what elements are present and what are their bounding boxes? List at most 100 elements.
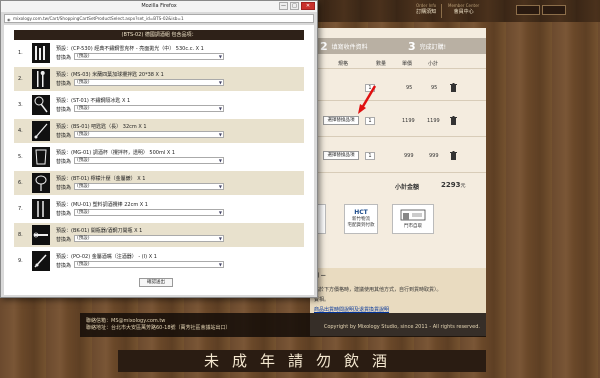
chevron-down-icon: ▼: [218, 80, 222, 85]
replace-label: 替換為: [56, 159, 72, 165]
payment-option-pickup-label: 門市自取: [404, 224, 422, 229]
select-replacement-button[interactable]: 選擇替換品項: [323, 151, 359, 160]
qty-field[interactable]: 1: [365, 117, 375, 125]
product-thumbnail: [32, 95, 50, 115]
replacement-select[interactable]: (預設) ▼: [74, 105, 224, 112]
trash-icon[interactable]: [450, 116, 457, 125]
payment-option-cod[interactable]: HCT 新竹物流 宅配貨到付款: [344, 204, 378, 234]
nav-member-center[interactable]: Member Center 會員中心: [448, 2, 479, 16]
step-3-number: 3: [408, 39, 416, 53]
replace-label: 替換為: [56, 55, 72, 61]
replacement-select-value: (預設): [77, 132, 90, 137]
red-arrow-icon: [358, 85, 377, 114]
item-number: 3.: [18, 102, 23, 108]
row-divider: [310, 100, 486, 101]
replacement-select-value: (預設): [77, 80, 90, 85]
row-divider: [310, 68, 486, 69]
hct-logo-icon: HCT: [354, 209, 368, 216]
replacement-select[interactable]: (預設) ▼: [74, 53, 224, 60]
set-item: 4. 預設：(BS-01) 吧匙匙（長） 32cm X 1 替換為 (預設) ▼: [14, 119, 304, 143]
url-text: mixology.com.tw/Cart/ShoppingCartSetProd…: [13, 16, 184, 21]
footer-copyright: Copyright by Mixology Studio, since 2011…: [323, 324, 480, 330]
row-price: 999: [404, 153, 414, 159]
step-2-number: 2: [320, 39, 328, 53]
nav-member-center-label: 會員中心: [453, 9, 474, 15]
product-thumbnail: [32, 199, 50, 219]
replacement-select[interactable]: (預設) ▼: [74, 209, 224, 216]
minimize-icon[interactable]: —: [279, 2, 288, 10]
product-thumbnail: [32, 147, 50, 167]
item-default-desc: 預設：(BK-01) 開瓶器/酒鋼刀開瓶 X 1: [56, 228, 143, 234]
nav-order-info-sub: Order Info: [416, 3, 437, 8]
replacement-select-value: (預設): [77, 54, 90, 59]
notes-link[interactable]: 商品出貨時間說明及退貨換貨說明: [314, 306, 389, 313]
window-controls: — □ ✕: [279, 2, 315, 10]
product-thumbnail: [32, 69, 50, 89]
chevron-down-icon: ▼: [218, 262, 222, 267]
nav-divider: [441, 4, 442, 18]
payment-option-cod-label: 宅配貨到付款: [347, 223, 375, 228]
page-info-icon[interactable]: ◉: [7, 16, 11, 23]
row-divider: [310, 172, 486, 173]
nav-order-info[interactable]: Order Info 訂購須知: [416, 2, 436, 16]
replace-label: 替換為: [56, 263, 72, 269]
item-number: 6.: [18, 180, 23, 186]
item-number: 2.: [18, 76, 23, 82]
replace-label: 替換為: [56, 237, 72, 243]
product-thumbnail: [32, 173, 50, 193]
replacement-select[interactable]: (預設) ▼: [74, 235, 224, 242]
top-button-2[interactable]: [542, 5, 566, 15]
maximize-icon[interactable]: □: [290, 2, 299, 10]
chevron-down-icon: ▼: [218, 210, 222, 215]
row-subtotal: 999: [429, 153, 439, 159]
row-subtotal: 95: [431, 85, 438, 91]
row-price: 1199: [402, 118, 415, 124]
confirm-submit-button[interactable]: 確認送出: [139, 278, 173, 287]
replacement-select[interactable]: (預設) ▼: [74, 157, 224, 164]
product-thumbnail: [32, 121, 50, 141]
row-divider: [310, 136, 486, 137]
replacement-select[interactable]: (預設) ▼: [74, 79, 224, 86]
select-replacement-button[interactable]: 選擇替換品項: [323, 116, 359, 125]
site-footer: 聯絡信箱：MS@mixology.com.tw 聯絡地址：台北市大安區萬芳路60…: [80, 313, 486, 337]
replace-label: 替換為: [56, 81, 72, 87]
product-thumbnail: [32, 43, 50, 63]
replacement-select[interactable]: (預設) ▼: [74, 183, 224, 190]
step-3-label: 完成訂購!: [419, 43, 447, 51]
col-qty: 數量: [376, 61, 387, 67]
set-item: 2. 預設：(MS-03) 米蘭四葉加球攪拌匙 20*38 X 1 替換為 (預…: [14, 67, 304, 91]
trash-icon[interactable]: [450, 151, 457, 160]
replace-label: 替換為: [56, 185, 72, 191]
item-number: 5.: [18, 154, 23, 160]
trash-icon[interactable]: [450, 83, 457, 92]
checkout-steps: 2 填寫收件資料 3 完成訂購!: [310, 38, 486, 54]
item-number: 9.: [18, 258, 23, 264]
replacement-select-value: (預設): [77, 158, 90, 163]
notes-line: 高於下方價格時，建議使用其他方式，自行到貨時取貨）。: [314, 287, 442, 293]
set-header: (BTS-02) 德國調酒組 包含品項：: [14, 30, 304, 40]
item-number: 7.: [18, 206, 23, 212]
step-2: 2 填寫收件資料: [310, 38, 398, 54]
storefront-icon: [400, 209, 426, 221]
replacement-select-value: (預設): [77, 106, 90, 111]
top-button-1[interactable]: [516, 5, 540, 15]
payment-option-pickup[interactable]: 門市自取: [392, 204, 434, 234]
step-3: 3 完成訂購!: [398, 38, 486, 54]
step-2-label: 填寫收件資料: [331, 43, 368, 51]
url-bar[interactable]: ◉ mixology.com.tw/Cart/ShoppingCartSetPr…: [4, 14, 314, 23]
footer-address: 聯絡地址：台北市大安區萬芳路60-18號（萬芳社區會議站出口）: [86, 325, 231, 331]
item-default-desc: 預設：(MG-01) 調酒杯（攪拌杯，透明） 500ml X 1: [56, 150, 176, 156]
product-thumbnail: [32, 225, 50, 245]
replacement-select[interactable]: (預設) ▼: [74, 131, 224, 138]
close-icon[interactable]: ✕: [301, 2, 315, 10]
item-default-desc: 預設：(CP-530) 經典不鏽鋼雪克杯 - 亮面拋光（中） 530c.c. X…: [56, 46, 204, 52]
replace-label: 替換為: [56, 211, 72, 217]
replacement-select[interactable]: (預設) ▼: [74, 261, 224, 268]
qty-field[interactable]: 1: [365, 152, 375, 160]
set-item: 7. 預設：(MU-01) 塑料調酒攪棒 22cm X 1 替換為 (預設) ▼: [14, 197, 304, 221]
replace-label: 替換為: [56, 107, 72, 113]
subtotal-label: 小計金額: [395, 184, 420, 191]
nav-member-center-sub: Member Center: [448, 3, 480, 8]
set-item: 6. 預設：(BT-01) 檸檬汁壓（金屬鍍） X 1 替換為 (預設) ▼: [14, 171, 304, 195]
item-number: 4.: [18, 128, 23, 134]
